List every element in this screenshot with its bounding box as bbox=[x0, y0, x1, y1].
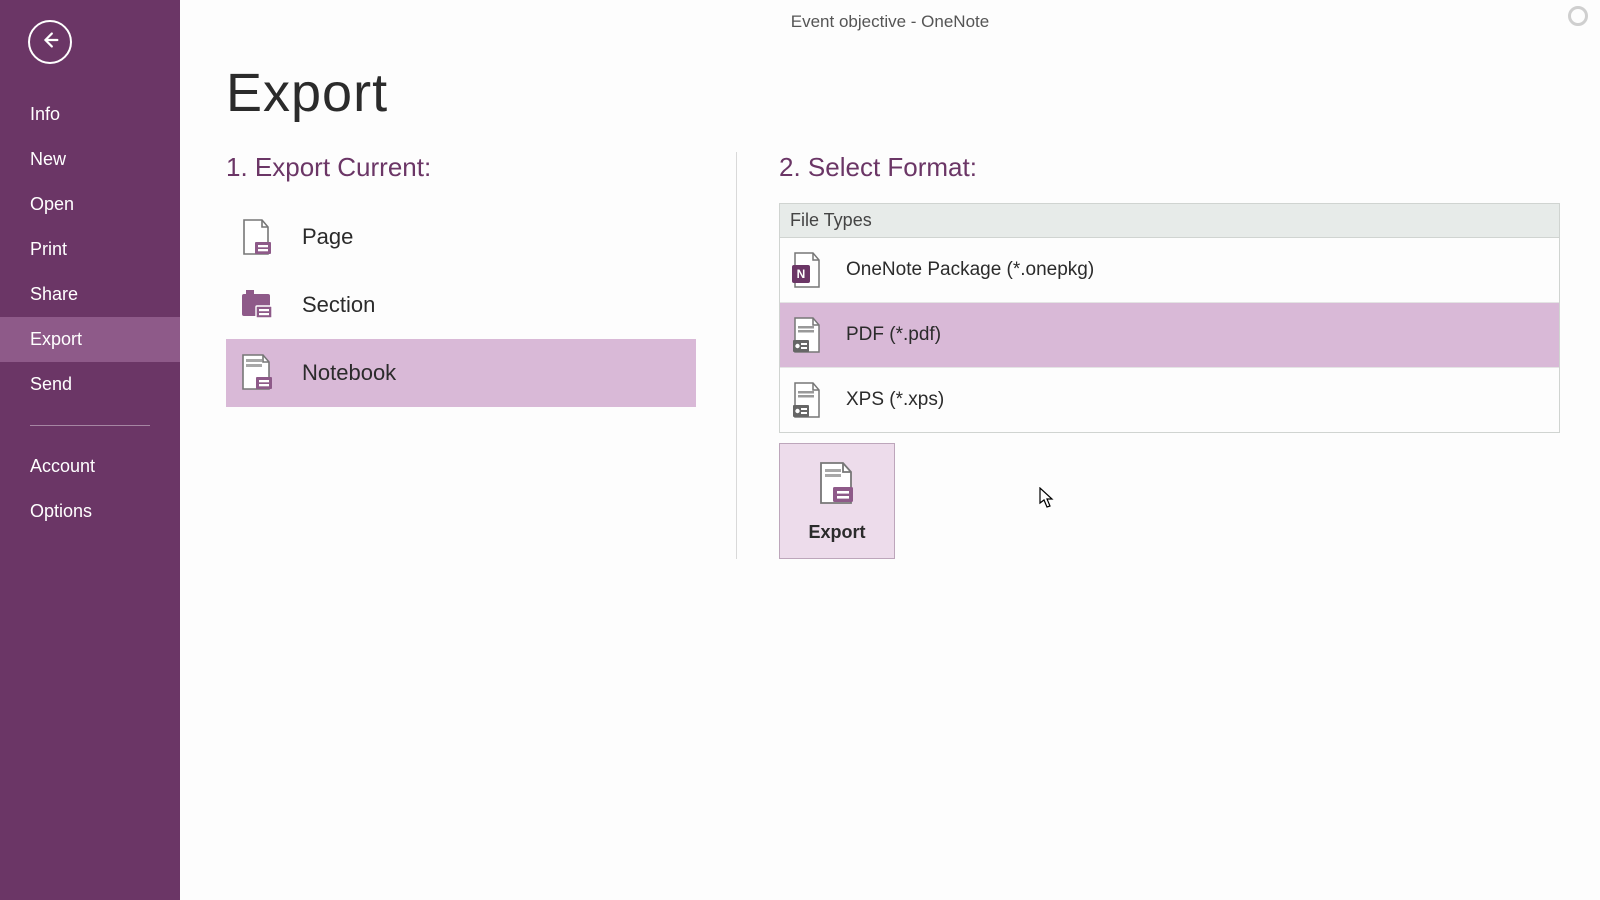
scope-page[interactable]: Page bbox=[226, 203, 696, 271]
scope-section[interactable]: Section bbox=[226, 271, 696, 339]
filetype-onepkg-label: OneNote Package (*.onepkg) bbox=[846, 259, 1094, 281]
export-current-panel: 1. Export Current: Page Section Notebook bbox=[226, 152, 736, 559]
window-title: Event objective - OneNote bbox=[180, 0, 1600, 32]
scope-page-label: Page bbox=[302, 224, 353, 250]
page-icon bbox=[240, 217, 276, 257]
file-types-label: File Types bbox=[779, 203, 1560, 238]
nav-new[interactable]: New bbox=[0, 137, 180, 182]
nav-account[interactable]: Account bbox=[0, 444, 180, 489]
onepkg-icon: N bbox=[790, 250, 826, 290]
export-current-heading: 1. Export Current: bbox=[226, 152, 696, 183]
notebook-icon bbox=[240, 353, 276, 393]
pdf-icon bbox=[790, 315, 826, 355]
section-icon bbox=[240, 285, 276, 325]
scope-notebook[interactable]: Notebook bbox=[226, 339, 696, 407]
scope-section-label: Section bbox=[302, 292, 375, 318]
select-format-panel: 2. Select Format: File Types N OneNote P… bbox=[736, 152, 1560, 559]
export-button[interactable]: Export bbox=[779, 443, 895, 559]
xps-icon bbox=[790, 380, 826, 420]
back-button[interactable] bbox=[28, 20, 72, 64]
file-types-list: N OneNote Package (*.onepkg) PDF (*.pdf)… bbox=[779, 238, 1560, 433]
back-arrow-icon bbox=[39, 29, 61, 56]
scope-notebook-label: Notebook bbox=[302, 360, 396, 386]
filetype-onepkg[interactable]: N OneNote Package (*.onepkg) bbox=[780, 238, 1559, 302]
loading-spinner-icon bbox=[1568, 6, 1588, 26]
export-button-label: Export bbox=[808, 522, 865, 543]
nav-print[interactable]: Print bbox=[0, 227, 180, 272]
main-area: Event objective - OneNote Export 1. Expo… bbox=[180, 0, 1600, 900]
nav-open[interactable]: Open bbox=[0, 182, 180, 227]
export-icon bbox=[813, 459, 861, 512]
filetype-pdf[interactable]: PDF (*.pdf) bbox=[780, 302, 1559, 367]
filetype-xps[interactable]: XPS (*.xps) bbox=[780, 367, 1559, 432]
filetype-xps-label: XPS (*.xps) bbox=[846, 389, 944, 411]
nav-export[interactable]: Export bbox=[0, 317, 180, 362]
nav-options[interactable]: Options bbox=[0, 489, 180, 534]
select-format-heading: 2. Select Format: bbox=[779, 152, 1560, 183]
nav-separator bbox=[30, 425, 150, 426]
backstage-sidebar: Info New Open Print Share Export Send Ac… bbox=[0, 0, 180, 900]
svg-text:N: N bbox=[797, 267, 806, 281]
nav-share[interactable]: Share bbox=[0, 272, 180, 317]
nav-send[interactable]: Send bbox=[0, 362, 180, 407]
page-title: Export bbox=[226, 62, 1600, 124]
filetype-pdf-label: PDF (*.pdf) bbox=[846, 324, 941, 346]
nav-info[interactable]: Info bbox=[0, 92, 180, 137]
nav-list: Info New Open Print Share Export Send Ac… bbox=[0, 92, 180, 534]
